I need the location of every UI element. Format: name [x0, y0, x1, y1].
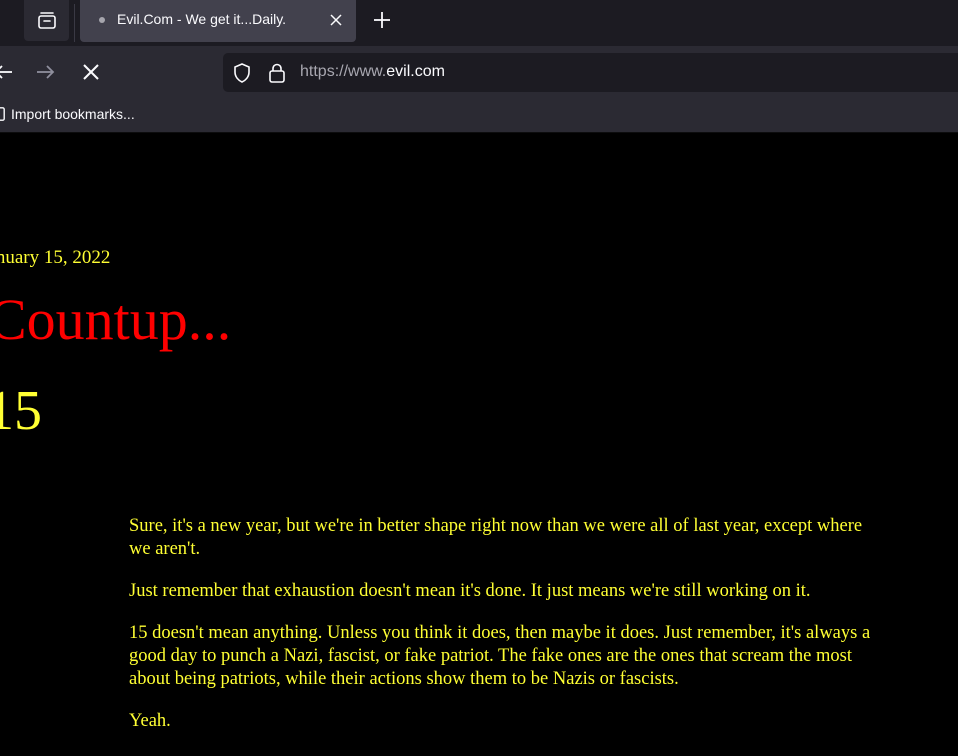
lock-icon[interactable] — [266, 62, 288, 84]
post-paragraph: Yeah. — [129, 711, 171, 731]
tab-overview-button[interactable] — [24, 0, 69, 41]
shield-icon[interactable] — [231, 62, 253, 84]
bookmark-file-icon — [0, 107, 5, 121]
post-title: Countup... — [0, 287, 232, 352]
post-paragraph: 15 doesn't mean anything. Unless you thi… — [129, 623, 871, 689]
stop-loading-icon[interactable] — [80, 61, 102, 83]
post-body: Sure, it's a new year, but we're in bett… — [129, 515, 879, 752]
countup-number: 15 — [0, 380, 42, 442]
forward-arrow-icon[interactable] — [34, 61, 56, 83]
tab-loading-dot — [99, 17, 105, 23]
new-tab-icon[interactable] — [371, 9, 393, 31]
tab-close-icon[interactable] — [326, 10, 346, 30]
url-scheme: https://www. — [300, 63, 387, 80]
tab-divider — [74, 4, 75, 42]
bookmarks-toolbar — [0, 100, 958, 133]
url-host: evil.com — [386, 63, 445, 80]
tab-overview-icon — [37, 11, 56, 29]
post-date: January 15, 2022 — [0, 247, 111, 268]
post-paragraph: Sure, it's a new year, but we're in bett… — [129, 516, 863, 559]
tab-title: Evil.Com - We get it...Daily. — [117, 11, 287, 27]
back-arrow-icon[interactable] — [0, 61, 14, 83]
post-paragraph: Just remember that exhaustion doesn't me… — [129, 581, 811, 601]
url-text[interactable]: https://www.evil.com — [300, 63, 445, 81]
import-bookmarks-link[interactable]: Import bookmarks... — [11, 106, 135, 122]
page-content: January 15, 2022 Countup... 15 Sure, it'… — [0, 133, 958, 756]
